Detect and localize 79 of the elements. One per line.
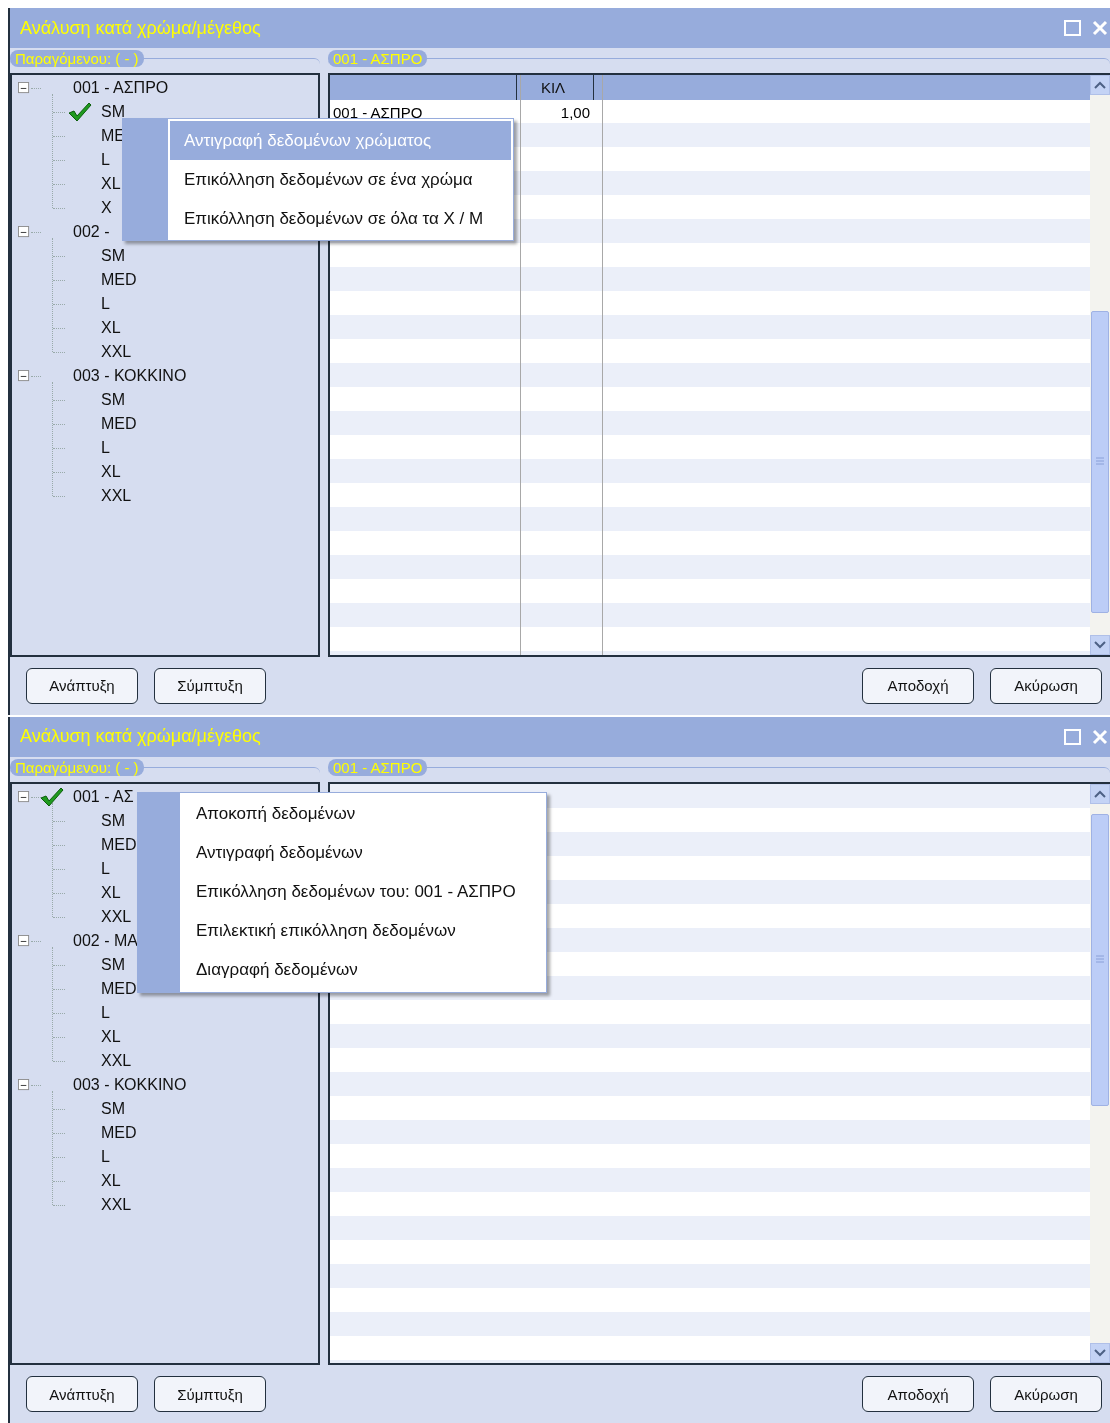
maximize-icon[interactable] bbox=[1064, 19, 1082, 37]
window-title: Ανάλυση κατά χρώμα/μέγεθος bbox=[20, 17, 262, 39]
tree-item[interactable]: 002 - MA bbox=[73, 931, 138, 950]
tree-item[interactable]: XL bbox=[101, 175, 121, 193]
tree-item[interactable]: L bbox=[101, 1003, 110, 1022]
check-icon bbox=[68, 102, 92, 122]
tree-item[interactable]: L bbox=[101, 151, 110, 169]
tree-item[interactable]: SM bbox=[101, 811, 125, 830]
tree-item[interactable]: SM bbox=[101, 955, 125, 974]
action-button[interactable]: Αποδοχή bbox=[862, 667, 974, 704]
tree-item[interactable]: MED bbox=[101, 835, 137, 854]
menu-item[interactable]: Αντιγραφή δεδομένων bbox=[182, 833, 544, 873]
tree-item[interactable]: XL bbox=[101, 463, 121, 481]
tree-item[interactable]: XL bbox=[101, 1171, 121, 1190]
column-header[interactable]: ΚΙΛ bbox=[517, 75, 594, 100]
scroll-up-icon[interactable] bbox=[1094, 789, 1106, 798]
tree-item[interactable]: XXL bbox=[101, 907, 132, 926]
tree-item[interactable]: 001 - ΑΣΠΡΟ bbox=[73, 79, 169, 97]
close-icon[interactable] bbox=[1092, 728, 1108, 745]
tree-item[interactable]: MED bbox=[101, 415, 137, 433]
tree-item[interactable]: L bbox=[101, 439, 110, 457]
collapse-icon[interactable] bbox=[18, 226, 30, 238]
menu-item[interactable]: Επικόλληση δεδομένων σε όλα τα Χ / Μ bbox=[170, 199, 512, 238]
menu-item[interactable]: Αποκοπή δεδομένων bbox=[182, 794, 544, 834]
grip-icon[interactable] bbox=[1096, 456, 1104, 467]
collapse-icon[interactable] bbox=[18, 934, 30, 947]
grip-icon[interactable] bbox=[1096, 954, 1104, 965]
tree-item[interactable]: L bbox=[101, 1147, 110, 1166]
scrollbar[interactable] bbox=[1090, 75, 1110, 655]
tree-item[interactable]: 003 - ΚΟΚΚΙΝΟ bbox=[73, 1075, 187, 1094]
table-cell: 1,00 bbox=[560, 103, 590, 121]
tree-item[interactable]: L bbox=[101, 859, 110, 878]
action-button[interactable]: Σύμπτυξη bbox=[154, 1376, 266, 1412]
tree-item[interactable]: SM bbox=[101, 391, 125, 409]
tree-item[interactable]: MED bbox=[101, 1123, 137, 1142]
group-label: 001 - ΑΣΠΡΟ bbox=[328, 50, 428, 67]
menu-item[interactable]: Επιλεκτική επικόλληση δεδομένων bbox=[182, 911, 544, 951]
scroll-down-icon[interactable] bbox=[1094, 1349, 1106, 1357]
tree-item[interactable]: SM bbox=[101, 1099, 125, 1118]
tree-item[interactable]: XXL bbox=[101, 487, 132, 505]
menu-item[interactable]: Επικόλληση δεδομένων σε ένα χρώμα bbox=[170, 160, 512, 199]
group-label: 001 - ΑΣΠΡΟ bbox=[328, 758, 428, 776]
scroll-up-icon[interactable] bbox=[1094, 81, 1106, 89]
check-icon bbox=[40, 786, 64, 807]
tree-item[interactable]: 002 - bbox=[73, 223, 110, 241]
collapse-icon[interactable] bbox=[18, 82, 30, 94]
close-icon[interactable] bbox=[1092, 20, 1108, 36]
action-button[interactable]: Ακύρωση bbox=[990, 1376, 1102, 1412]
tree-item[interactable]: XXL bbox=[101, 343, 132, 361]
group-label: Παραγόμενου: ( - ) bbox=[10, 50, 144, 67]
menu-item[interactable]: Διαγραφή δεδομένων bbox=[182, 950, 544, 990]
maximize-icon[interactable] bbox=[1064, 727, 1082, 746]
tree-item[interactable]: SM bbox=[68, 102, 125, 122]
collapse-icon[interactable] bbox=[18, 370, 30, 382]
scroll-down-icon[interactable] bbox=[1094, 640, 1106, 649]
tree-item[interactable]: SM bbox=[101, 247, 125, 265]
tree-item[interactable]: XL bbox=[101, 319, 121, 337]
menu-item[interactable]: Επικόλληση δεδομένων του: 001 - ΑΣΠΡΟ bbox=[182, 872, 544, 912]
action-button[interactable]: Αποδοχή bbox=[862, 1376, 974, 1412]
collapse-icon[interactable] bbox=[18, 1078, 30, 1091]
group-label: Παραγόμενου: ( - ) bbox=[10, 758, 144, 776]
window-title: Ανάλυση κατά χρώμα/μέγεθος bbox=[20, 726, 262, 747]
table-cell: 001 - ΑΣΠΡΟ bbox=[333, 103, 423, 121]
action-button[interactable]: Ακύρωση bbox=[990, 667, 1102, 704]
tree-item[interactable]: XXL bbox=[101, 1051, 132, 1070]
collapse-icon[interactable] bbox=[18, 790, 30, 803]
tree-item[interactable]: XXL bbox=[101, 1195, 132, 1214]
action-button[interactable]: Ανάπτυξη bbox=[26, 1376, 138, 1412]
tree-item[interactable]: MED bbox=[101, 271, 137, 289]
tree-item[interactable]: XL bbox=[101, 883, 121, 902]
tree-item[interactable]: 001 - ΑΣ bbox=[40, 786, 134, 807]
scrollbar[interactable] bbox=[1090, 783, 1110, 1363]
tree-item[interactable]: 003 - ΚΟΚΚΙΝΟ bbox=[73, 367, 187, 385]
tree-item[interactable]: L bbox=[101, 295, 110, 313]
tree-item[interactable]: MED bbox=[101, 979, 137, 998]
tree-item[interactable]: XL bbox=[101, 1027, 121, 1046]
tree-item[interactable]: X bbox=[101, 199, 112, 217]
action-button[interactable]: Σύμπτυξη bbox=[154, 667, 266, 704]
action-button[interactable]: Ανάπτυξη bbox=[26, 667, 138, 704]
